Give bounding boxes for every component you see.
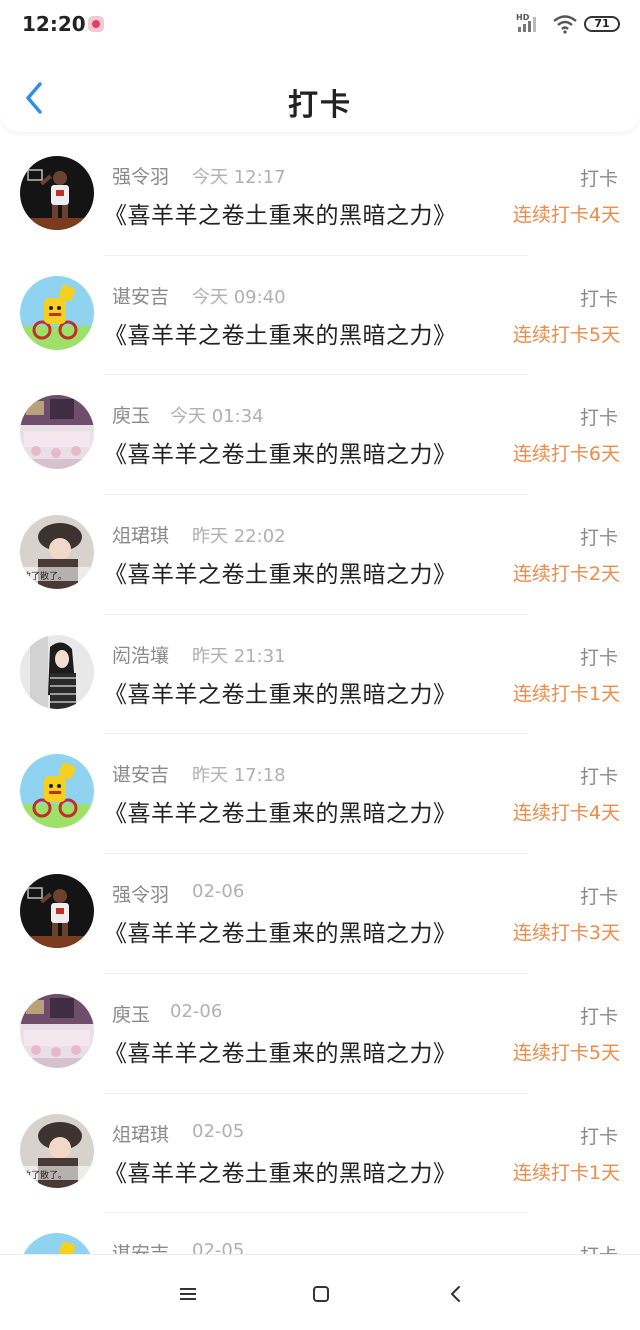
basketball-player-avatar[interactable] [20, 156, 94, 230]
action-label: 打卡 [579, 287, 618, 310]
list-item[interactable]: 散了散了。 俎珺琪 02-05 《喜羊羊之卷土重来的黑暗之力》 打卡连续打卡1天 [0, 1094, 640, 1214]
streak-label: 连续打卡1天 [512, 682, 620, 705]
book-title[interactable]: 《喜羊羊之卷土重来的黑暗之力》 [104, 1154, 457, 1188]
page-title: 打卡 [288, 88, 352, 123]
checkin-time: 昨天 21:31 [192, 645, 286, 667]
basketball-player-avatar[interactable] [20, 874, 94, 949]
notification-app-icon [88, 16, 104, 32]
action-label: 打卡 [580, 1241, 618, 1254]
book-title[interactable]: 《喜羊羊之卷土重来的黑暗之力》 [104, 914, 457, 948]
girl-hat-avatar[interactable]: 散了散了。 [20, 1113, 94, 1188]
action-label: 打卡 [579, 527, 618, 550]
user-name[interactable]: 闳浩壤 [112, 641, 169, 668]
action-label: 打卡 [579, 1125, 618, 1148]
checkin-time: 今天 12:17 [192, 167, 286, 188]
checkin-time: 今天 01:34 [170, 406, 264, 428]
book-title[interactable]: 《喜羊羊之卷土重来的黑暗之力》 [104, 196, 457, 230]
list-item[interactable]: 强令羽 02-06 《喜羊羊之卷土重来的黑暗之力》 打卡连续打卡3天 [0, 854, 640, 974]
signal-icon: HD [516, 13, 536, 32]
streak-label: 连续打卡4天 [512, 204, 620, 226]
book-title[interactable]: 《喜羊羊之卷土重来的黑暗之力》 [104, 555, 457, 589]
user-name[interactable]: 庾玉 [112, 1000, 150, 1027]
cartoon-bike-avatar[interactable] [20, 754, 94, 829]
checkin-time: 昨天 22:02 [192, 526, 286, 548]
svg-text:HD: HD [516, 13, 530, 22]
status-bar: 12:20 HD 71 [0, 0, 640, 50]
streak-label: 连续打卡1天 [512, 1161, 620, 1184]
user-name[interactable]: 谌安吉 [112, 1239, 169, 1254]
system-nav-bar [0, 1254, 640, 1330]
avatar-caption: 散了散了。 [22, 572, 68, 583]
streak-label: 连续打卡5天 [512, 323, 620, 346]
wifi-icon [553, 15, 577, 34]
user-name[interactable]: 谌安吉 [112, 760, 169, 787]
list-item[interactable]: 闳浩壤 昨天 21:31 《喜羊羊之卷土重来的黑暗之力》 打卡连续打卡1天 [0, 615, 640, 735]
back-icon[interactable] [444, 1279, 468, 1309]
streak-label: 连续打卡2天 [512, 563, 620, 586]
action-label: 打卡 [579, 1005, 618, 1028]
checkin-time: 02-06 [192, 881, 245, 903]
checkin-time: 02-06 [170, 1000, 223, 1022]
girl-hat-avatar[interactable]: 散了散了。 [20, 515, 94, 590]
action-label: 打卡 [579, 407, 618, 430]
streak-label: 连续打卡5天 [512, 1041, 620, 1064]
book-title[interactable]: 《喜羊羊之卷土重来的黑暗之力》 [104, 435, 457, 469]
checkin-time: 今天 09:40 [192, 286, 286, 308]
list-item[interactable]: 谌安吉 今天 09:40 《喜羊羊之卷土重来的黑暗之力》 打卡连续打卡5天 [0, 256, 640, 376]
user-name[interactable]: 谌安吉 [112, 282, 169, 309]
cartoon-bike-avatar[interactable] [20, 275, 94, 350]
room-photo-avatar[interactable] [20, 993, 94, 1068]
action-label: 打卡 [579, 168, 618, 190]
woman-portrait-avatar[interactable] [20, 634, 94, 709]
status-time: 12:20 [22, 12, 86, 36]
list-item[interactable]: 强令羽 今天 12:17 《喜羊羊之卷土重来的黑暗之力》 打卡连续打卡4天 [0, 136, 640, 256]
list-item[interactable]: 散了散了。 俎珺琪 昨天 22:02 《喜羊羊之卷土重来的黑暗之力》 打卡连续打卡2天 [0, 495, 640, 615]
user-name[interactable]: 庾玉 [112, 401, 150, 428]
room-photo-avatar[interactable] [20, 395, 94, 470]
menu-icon[interactable] [172, 1281, 202, 1307]
action-label: 打卡 [579, 766, 618, 789]
book-title[interactable]: 《喜羊羊之卷土重来的黑暗之力》 [104, 1034, 457, 1068]
header: 打卡 [0, 50, 640, 132]
cartoon-bike-avatar[interactable] [20, 1233, 94, 1254]
checkin-time: 02-05 [192, 1240, 245, 1254]
user-name[interactable]: 强令羽 [112, 880, 169, 907]
battery-indicator: 71 [584, 16, 620, 32]
list-item[interactable]: 谌安吉02-05《喜羊羊之卷土重来的黑暗之力》打卡连续打卡 [0, 1213, 640, 1254]
streak-label: 连续打卡3天 [512, 922, 620, 945]
book-title[interactable]: 《喜羊羊之卷土重来的黑暗之力》 [104, 316, 457, 350]
checkin-time: 02-05 [192, 1120, 245, 1142]
list-item[interactable]: 庾玉 今天 01:34 《喜羊羊之卷土重来的黑暗之力》 打卡连续打卡6天 [0, 375, 640, 496]
streak-label: 连续打卡4天 [512, 802, 620, 825]
list-item[interactable]: 庾玉 02-06 《喜羊羊之卷土重来的黑暗之力》 打卡连续打卡5天 [0, 974, 640, 1094]
action-label: 打卡 [579, 886, 618, 909]
user-name[interactable]: 俎珺琪 [112, 1120, 169, 1147]
user-name[interactable]: 强令羽 [112, 162, 169, 189]
user-name[interactable]: 俎珺琪 [112, 521, 169, 548]
home-icon[interactable] [306, 1279, 336, 1309]
list-item[interactable]: 谌安吉 昨天 17:18 《喜羊羊之卷土重来的黑暗之力》 打卡连续打卡4天 [0, 734, 640, 855]
book-title[interactable]: 《喜羊羊之卷土重来的黑暗之力》 [104, 675, 457, 709]
checkin-time: 昨天 17:18 [192, 765, 286, 787]
streak-label: 连续打卡6天 [512, 443, 620, 466]
action-label: 打卡 [579, 646, 618, 669]
avatar-caption: 散了散了。 [22, 1170, 68, 1181]
checkin-list[interactable]: 强令羽 今天 12:17 《喜羊羊之卷土重来的黑暗之力》 打卡 连续打卡4天 谌安吉 今天 … [0, 136, 640, 1254]
book-title[interactable]: 《喜羊羊之卷土重来的黑暗之力》 [104, 794, 457, 828]
